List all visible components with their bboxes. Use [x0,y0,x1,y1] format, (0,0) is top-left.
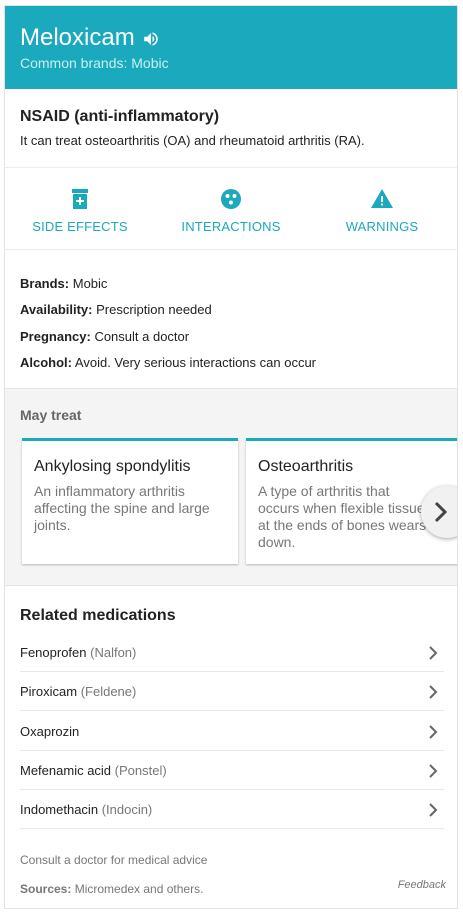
fact-key: Alcohol: [20,355,72,370]
speaker-icon[interactable] [141,30,161,48]
drug-class-section: NSAID (anti-inflammatory) It can treat o… [5,89,457,168]
feedback-link[interactable]: Feedback [398,879,446,891]
fact-key: Pregnancy: [20,329,91,344]
related-med-indomethacin[interactable]: Indomethacin (Indocin) [20,790,444,829]
chevron-right-icon [429,764,438,778]
med-label: Indomethacin (Indocin) [20,802,152,817]
chevron-right-icon [429,646,438,660]
fact-key: Availability: [20,302,93,317]
sources-line: Sources: Micromedex and others. [20,882,203,896]
med-name: Indomethacin [20,802,99,817]
tab-label: SIDE EFFECTS [32,219,128,234]
med-name: Oxaprozin [20,724,80,739]
condition-description: A type of arthritis that occurs when fle… [258,483,427,550]
med-brand: (Feldene) [80,684,137,699]
may-treat-section: May treat Ankylosing spondylitis An infl… [5,389,457,586]
tab-label: INTERACTIONS [181,219,281,234]
condition-description: An inflammatory arthritis affecting the … [34,483,210,533]
chevron-right-icon [429,685,438,699]
med-label: Oxaprozin [20,724,79,739]
med-name: Piroxicam [20,684,78,699]
med-name: Fenoprofen [20,645,87,660]
tab-interactions[interactable]: INTERACTIONS [156,168,306,249]
fact-brands: Brands: Mobic [20,276,107,291]
condition-card-ankylosing-spondylitis[interactable]: Ankylosing spondylitis An inflammatory a… [22,438,238,564]
fact-value: Avoid. Very serious interactions can occ… [74,355,317,370]
drug-facts: Brands: Mobic Availability: Prescription… [5,250,457,389]
fact-value: Prescription needed [96,302,212,317]
fact-key: Brands: [20,276,70,291]
fact-value: Mobic [72,276,108,291]
card-header: Meloxicam Common brands: Mobic [5,6,457,89]
fact-alcohol: Alcohol: Avoid. Very serious interaction… [20,355,316,370]
info-tabs: SIDE EFFECTS INTERACTIONS WARNINGS [5,168,457,250]
med-label: Mefenamic acid (Ponstel) [20,763,167,778]
interactions-icon [221,189,241,209]
med-name: Mefenamic acid [20,763,112,778]
fact-availability: Availability: Prescription needed [20,302,212,317]
related-medications-title: Related medications [20,607,176,624]
medication-icon [72,189,88,209]
med-label: Fenoprofen (Nalfon) [20,645,136,660]
medical-advice-note: Consult a doctor for medical advice [20,853,208,867]
may-treat-title: May treat [20,407,82,423]
med-label: Piroxicam (Feldene) [20,684,136,699]
chevron-right-icon [434,501,448,523]
condition-name: Osteoarthritis [258,458,354,475]
drug-knowledge-card: Meloxicam Common brands: Mobic NSAID (an… [4,5,458,909]
sources-label: Sources: [20,882,72,896]
related-med-fenoprofen[interactable]: Fenoprofen (Nalfon) [20,633,444,672]
related-med-oxaprozin[interactable]: Oxaprozin [20,712,444,751]
common-brands-subtitle: Common brands: Mobic [20,55,169,71]
tab-label: WARNINGS [345,219,419,234]
fact-value: Consult a doctor [94,329,190,344]
related-med-mefenamic-acid[interactable]: Mefenamic acid (Ponstel) [20,751,444,790]
med-brand: (Nalfon) [90,645,137,660]
med-brand: (Indocin) [101,802,153,817]
tab-side-effects[interactable]: SIDE EFFECTS [5,168,155,249]
related-med-piroxicam[interactable]: Piroxicam (Feldene) [20,672,444,711]
drug-class-description: It can treat osteoarthritis (OA) and rhe… [20,133,365,148]
title-row: Meloxicam [20,23,161,53]
fact-pregnancy: Pregnancy: Consult a doctor [20,329,189,344]
condition-name: Ankylosing spondylitis [34,458,191,475]
chevron-right-icon [429,803,438,817]
warning-icon [371,189,393,208]
drug-title: Meloxicam [20,24,135,51]
tab-warnings[interactable]: WARNINGS [307,168,457,249]
med-brand: (Ponstel) [114,763,167,778]
chevron-right-icon [429,725,438,739]
drug-class-name: NSAID (anti-inflammatory) [20,108,220,125]
sources-value: Micromedex and others. [74,882,204,896]
